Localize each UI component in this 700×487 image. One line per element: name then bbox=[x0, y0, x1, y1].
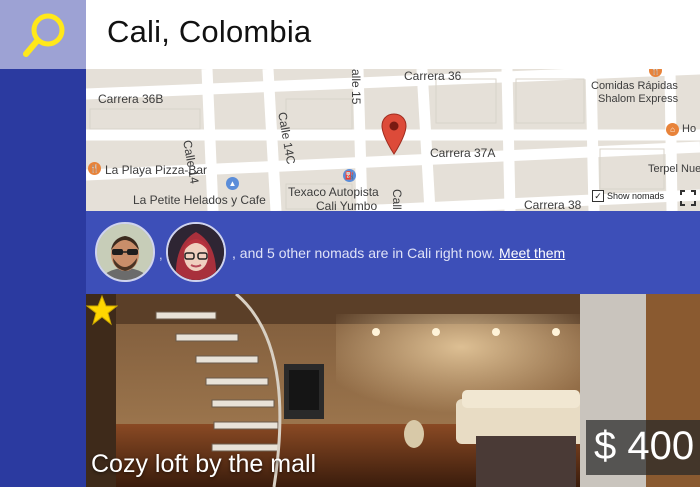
avatar-image-1 bbox=[97, 224, 153, 280]
header: Cali, Colombia bbox=[86, 0, 700, 69]
street-label-calle-partial: Call bbox=[390, 189, 404, 210]
listing-title: Cozy loft by the mall bbox=[91, 450, 317, 478]
city-title: Cali, Colombia bbox=[107, 14, 312, 49]
nomad-avatar-1[interactable] bbox=[95, 222, 155, 282]
place-label-terpel: Terpel Nue bbox=[648, 163, 700, 175]
show-nomads-checkbox[interactable]: ✓ bbox=[592, 190, 604, 202]
show-nomads-toggle[interactable]: ✓ Show nomads bbox=[592, 190, 664, 202]
fullscreen-icon[interactable] bbox=[680, 190, 696, 206]
search-button[interactable] bbox=[0, 0, 86, 69]
nomad-avatar-2[interactable] bbox=[166, 222, 226, 282]
place-label-texaco-1: Texaco Autopista bbox=[288, 185, 379, 199]
street-label-carrera-36b: Carrera 36B bbox=[98, 92, 164, 106]
street-label-calle-15: alle 15 bbox=[349, 69, 363, 105]
gas-station-icon: ⛽ bbox=[343, 169, 356, 182]
nomads-bar: , , and 5 other nomads are in Cali right… bbox=[86, 211, 700, 294]
price-text: $ 400 bbox=[594, 424, 695, 468]
favorite-star-icon[interactable] bbox=[86, 294, 118, 326]
price-badge: $ 400 bbox=[586, 420, 700, 475]
shop-icon: ▲ bbox=[226, 177, 239, 190]
restaurant-icon: 🍴 bbox=[88, 162, 101, 175]
place-label-texaco-2: Cali Yumbo bbox=[316, 199, 378, 211]
meet-them-link[interactable]: Meet them bbox=[499, 245, 565, 261]
avatar-separator: , bbox=[159, 247, 163, 262]
street-label-carrera-36: Carrera 36 bbox=[404, 69, 462, 83]
place-label-pizza: La Playa Pizza-Bar bbox=[105, 163, 208, 177]
search-icon bbox=[23, 13, 65, 57]
place-label-ho: Ho bbox=[682, 123, 697, 135]
location-marker-icon[interactable] bbox=[380, 112, 408, 156]
nomads-message: , and 5 other nomads are in Cali right n… bbox=[232, 245, 565, 261]
map[interactable]: Carrera 36 Carrera 36B Carrera 37A Carre… bbox=[86, 69, 700, 211]
sidebar bbox=[0, 0, 86, 487]
listing-card[interactable]: Cozy loft by the mall $ 400 bbox=[86, 294, 700, 487]
avatar-image-2 bbox=[168, 224, 224, 280]
show-nomads-label: Show nomads bbox=[607, 191, 665, 201]
place-label-comidas-1: Comidas Rápidas bbox=[591, 80, 678, 92]
place-label-comidas-2: Shalom Express bbox=[598, 93, 679, 105]
street-label-carrera-37a: Carrera 37A bbox=[430, 146, 496, 160]
hotel-icon: ⌂ bbox=[666, 123, 679, 136]
street-label-carrera-38: Carrera 38 bbox=[524, 198, 582, 211]
nomads-message-text: , and 5 other nomads are in Cali right n… bbox=[232, 245, 496, 261]
place-label-helados: La Petite Helados y Cafe bbox=[133, 193, 266, 207]
